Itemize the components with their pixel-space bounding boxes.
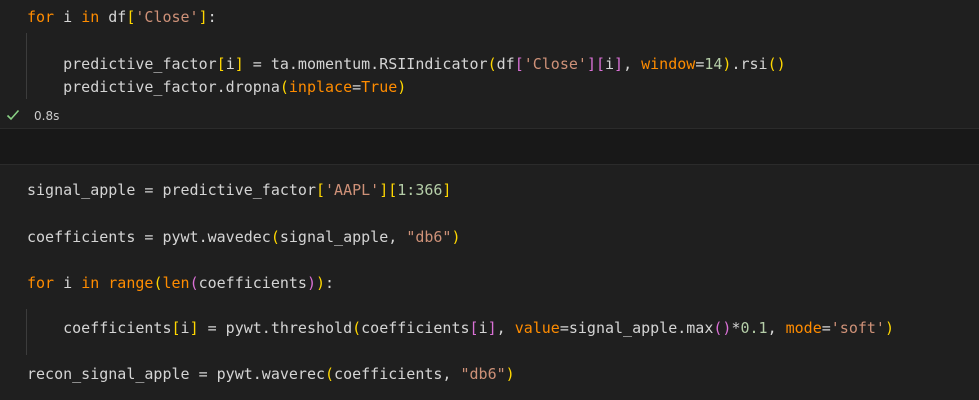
code-token: inplace [288, 78, 353, 96]
code-token: coefficients = pywt.wavedec [27, 228, 271, 246]
code-token: signal_apple = predictive_factor [27, 181, 316, 199]
code-token: ] [442, 181, 452, 199]
code-token: .rsi [731, 55, 768, 73]
code-token: ) [451, 228, 461, 246]
code-token: predictive_factor.dropna [27, 78, 280, 96]
code-token: True [361, 78, 398, 96]
code-token: df [99, 8, 127, 26]
code-token: ) [316, 274, 326, 292]
execution-status: 0.8s [0, 104, 979, 128]
code-token: 14 [704, 55, 723, 73]
code-line[interactable]: signal_apple = predictive_factor['AAPL']… [27, 179, 451, 201]
code-token: i [54, 8, 82, 26]
code-cell-rsi-loop[interactable]: for i in df['Close']: predictive_factor[… [0, 0, 979, 104]
code-token: , [623, 55, 642, 73]
code-token: len [162, 274, 190, 292]
code-token: coefficients [198, 274, 307, 292]
code-token: , [496, 319, 515, 337]
code-token: [ [514, 55, 524, 73]
code-token: ( [279, 78, 289, 96]
code-token: [ [171, 319, 181, 337]
code-token: = [352, 78, 362, 96]
code-token: [ [315, 181, 326, 199]
code-token: 1:366 [397, 181, 443, 199]
code-line[interactable]: coefficients[i] = pywt.threshold(coeffic… [27, 317, 894, 339]
code-line[interactable]: for i in range(len(coefficients)): [27, 272, 334, 294]
code-token: = [695, 55, 705, 73]
cell-divider [0, 128, 979, 165]
code-token: ( [189, 274, 199, 292]
code-token: ] [614, 55, 624, 73]
code-token: ] [189, 319, 199, 337]
code-token: ] [586, 55, 596, 73]
code-token: in [81, 8, 100, 26]
code-token: [ [388, 181, 398, 199]
code-line[interactable]: coefficients = pywt.wavedec(signal_apple… [27, 226, 461, 248]
code-line[interactable]: predictive_factor[i] = ta.momentum.RSIIn… [27, 53, 786, 75]
code-token: recon_signal_apple = pywt.waverec [27, 365, 326, 383]
check-icon [6, 109, 20, 121]
code-token: in [81, 274, 100, 292]
code-token: ) [505, 365, 515, 383]
code-token: 'Close' [135, 8, 199, 26]
code-token: df [496, 55, 515, 73]
code-token: , [767, 319, 786, 337]
code-token: i [54, 274, 82, 292]
code-token: coefficients, [334, 365, 461, 383]
code-token: i [478, 319, 488, 337]
code-token: ( [352, 319, 362, 337]
code-token: ) [397, 78, 407, 96]
code-token: ) [884, 319, 894, 337]
code-token: ( [270, 228, 280, 246]
execution-time: 0.8s [34, 109, 60, 123]
code-cell-wavelet[interactable]: signal_apple = predictive_factor['AAPL']… [0, 165, 979, 400]
code-token: window [641, 55, 696, 73]
code-token: ( [487, 55, 497, 73]
code-token: for [27, 274, 55, 292]
code-token: ] [487, 319, 497, 337]
code-token: () [713, 319, 732, 337]
code-token: () [767, 55, 786, 73]
code-token: value [514, 319, 560, 337]
code-token: signal_apple, [279, 228, 407, 246]
code-token: : [207, 8, 217, 26]
code-line[interactable]: for i in df['Close']: [27, 6, 217, 28]
code-token: "db6" [460, 365, 506, 383]
code-token: ) [306, 274, 316, 292]
code-token: i [605, 55, 615, 73]
code-token: [ [469, 319, 479, 337]
code-token: : [325, 274, 335, 292]
code-token: "db6" [406, 228, 452, 246]
code-token: = ta.momentum.RSIIndicator [243, 55, 488, 73]
code-token: [ [216, 55, 226, 73]
code-token: i [180, 319, 190, 337]
code-token: = [559, 319, 569, 337]
code-token: = pywt.threshold [198, 319, 353, 337]
code-line[interactable]: recon_signal_apple = pywt.waverec(coeffi… [27, 363, 515, 385]
code-token: i [225, 55, 235, 73]
code-line[interactable]: predictive_factor.dropna(inplace=True) [27, 76, 406, 98]
code-token: coefficients [361, 319, 470, 337]
code-token: 'AAPL' [325, 181, 380, 199]
code-token: ] [379, 181, 389, 199]
code-token: coefficients [27, 319, 172, 337]
notebook-editor: for i in df['Close']: predictive_factor[… [0, 0, 979, 400]
code-token: for [27, 8, 55, 26]
code-token: mode [785, 319, 822, 337]
code-token: ] [198, 8, 208, 26]
code-token: 'Close' [523, 55, 587, 73]
code-token: 'soft' [830, 319, 885, 337]
code-token: range [108, 274, 154, 292]
code-token: ( [325, 365, 335, 383]
code-token: signal_apple.max [568, 319, 714, 337]
code-token: ] [234, 55, 244, 73]
code-token: = [821, 319, 831, 337]
code-token: 0.1 [740, 319, 768, 337]
code-token: predictive_factor [27, 55, 217, 73]
code-token: [ [595, 55, 605, 73]
